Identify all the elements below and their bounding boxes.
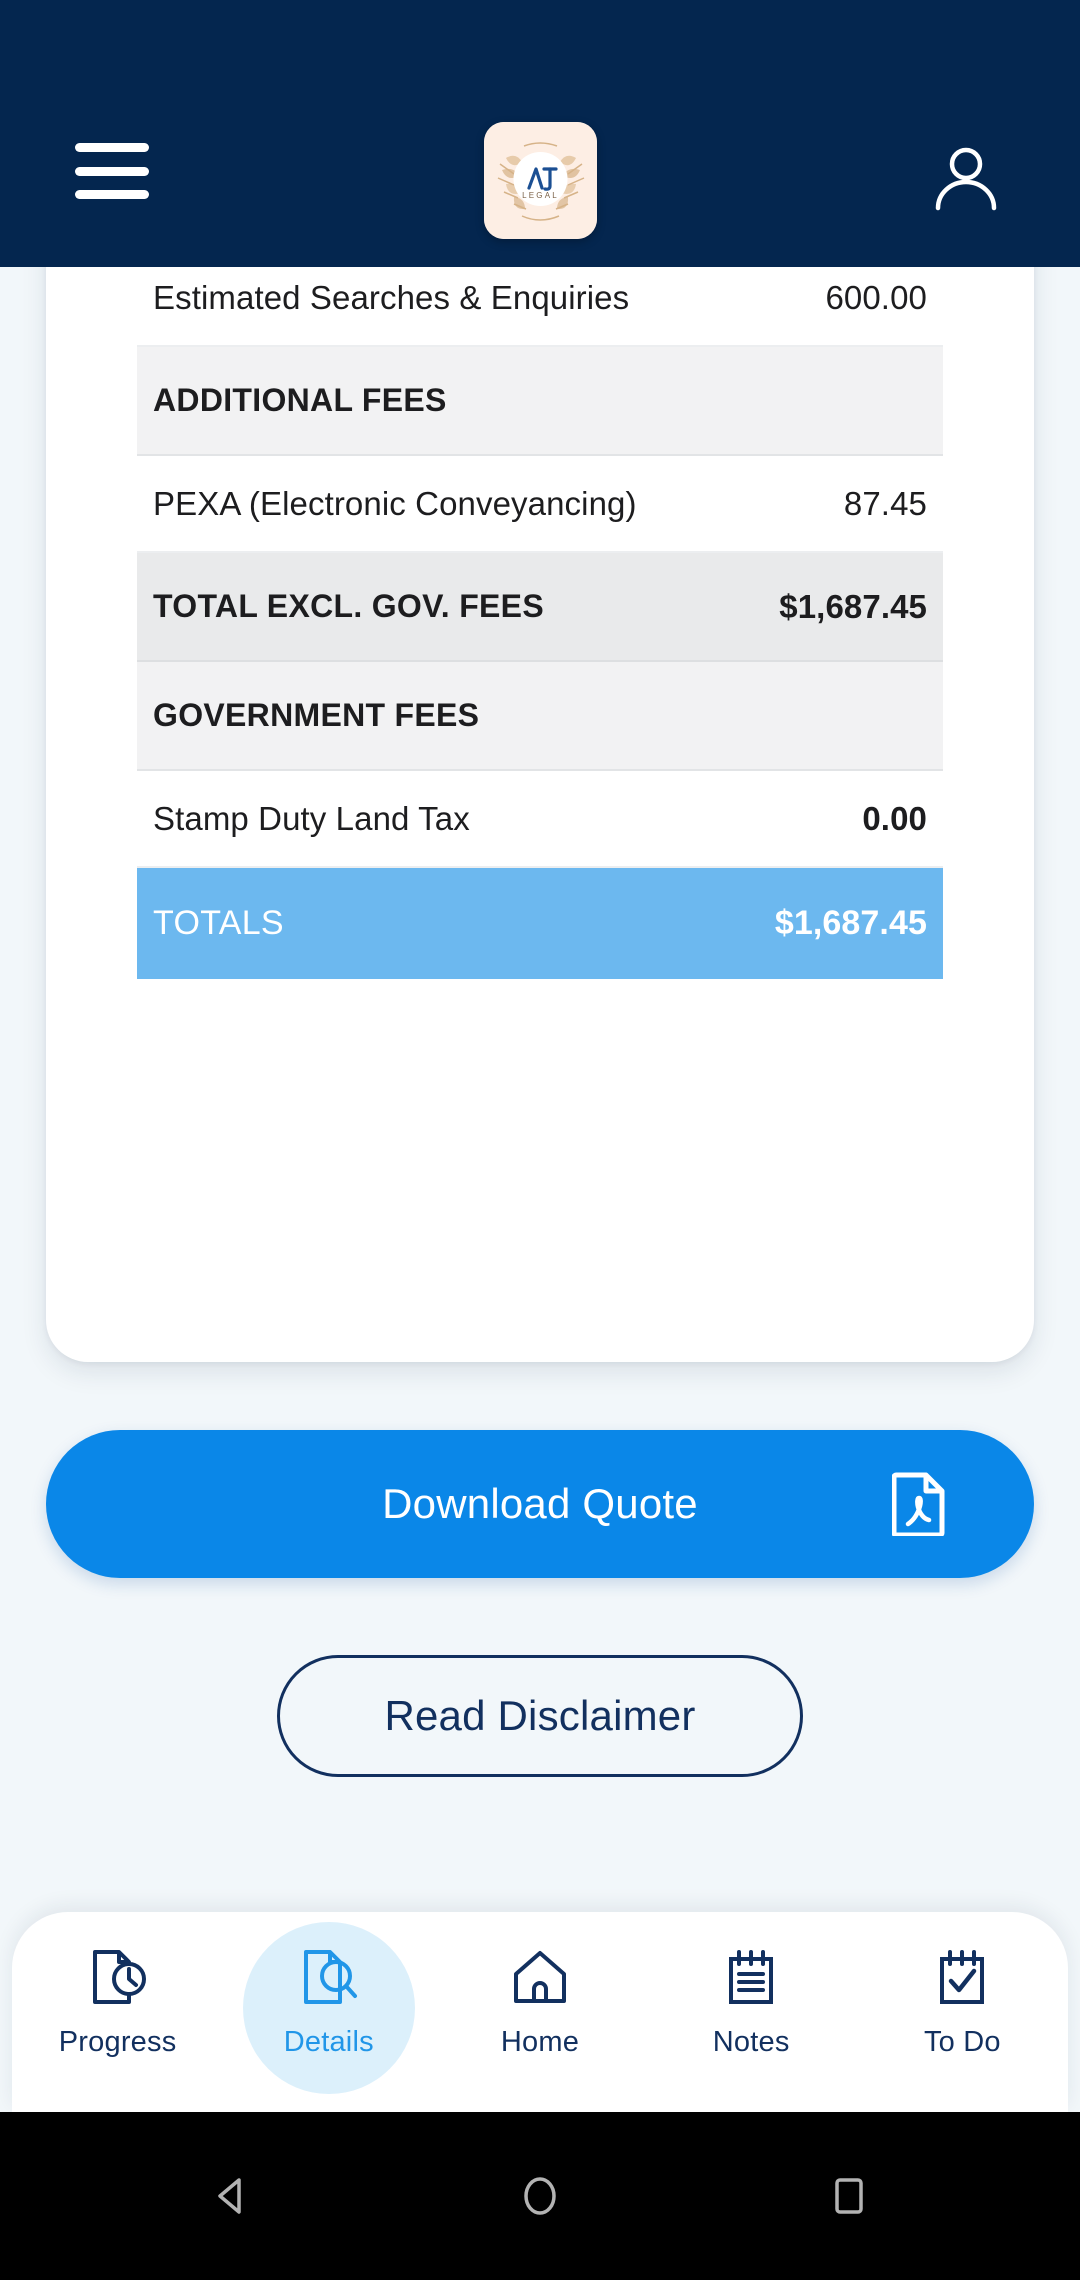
back-triangle-icon[interactable] [194,2159,268,2233]
subtotal-label: TOTAL EXCL. GOV. FEES [153,588,544,624]
table-row: Stamp Duty Land Tax 0.00 [137,771,943,868]
tab-label: To Do [923,2026,1001,2058]
tab-label: Progress [58,2026,177,2058]
tab-progress[interactable]: Progress [32,1936,204,2084]
page-body: Estimated Searches & Enquiries 600.00 AD… [0,0,1080,2112]
notepad-check-icon [931,1946,993,2008]
fee-label: Estimated Searches & Enquiries [153,279,630,316]
pdf-file-icon [891,1472,946,1538]
tab-notes[interactable]: Notes [665,1936,837,2084]
table-section-header: ADDITIONAL FEES [137,347,943,456]
app-logo: LEGAL [484,122,597,239]
app-header: LEGAL [0,0,1080,267]
document-search-icon [298,1946,360,2008]
hamburger-bar [75,190,149,199]
read-disclaimer-label: Read Disclaimer [384,1692,696,1739]
user-account-icon[interactable] [930,140,1002,212]
section-label: ADDITIONAL FEES [153,382,447,418]
read-disclaimer-button[interactable]: Read Disclaimer [277,1655,803,1777]
download-quote-button[interactable]: Download Quote [46,1430,1034,1578]
fee-value: 0.00 [862,800,927,837]
table-totals-row: TOTALS $1,687.45 [137,868,943,979]
fee-label: Stamp Duty Land Tax [153,800,470,837]
tab-label: Details [283,2026,374,2058]
subtotal-value: $1,687.45 [779,588,927,625]
document-clock-icon [87,1946,149,2008]
totals-label: TOTALS [153,904,284,942]
tab-home[interactable]: Home [454,1936,626,2084]
download-quote-label: Download Quote [382,1480,698,1527]
table-subtotal-row: TOTAL EXCL. GOV. FEES $1,687.45 [137,553,943,662]
android-navigation-bar [0,2112,1080,2280]
fee-label: PEXA (Electronic Conveyancing) [153,485,637,522]
tab-label: Notes [712,2026,790,2058]
table-section-header: GOVERNMENT FEES [137,662,943,771]
home-circle-icon[interactable] [503,2159,577,2233]
bottom-tab-bar: Progress Details Home Notes To Do [12,1912,1068,2112]
totals-value: $1,687.45 [774,904,927,942]
tab-details[interactable]: Details [242,1922,415,2094]
notepad-lines-icon [720,1946,782,2008]
phone-screen: Estimated Searches & Enquiries 600.00 AD… [0,0,1080,2280]
tab-todo[interactable]: To Do [876,1936,1048,2084]
section-label: GOVERNMENT FEES [153,697,480,733]
house-icon [509,1946,571,2008]
tab-label: Home [500,2026,580,2058]
svg-text:LEGAL: LEGAL [522,191,559,200]
quote-summary-card: Estimated Searches & Enquiries 600.00 AD… [46,150,1034,1362]
fee-table: Estimated Searches & Enquiries 600.00 AD… [137,210,943,979]
fee-value: 87.45 [843,485,927,522]
recents-square-icon[interactable] [812,2159,886,2233]
hamburger-bar [75,166,149,176]
hamburger-bar [75,143,149,152]
table-row: PEXA (Electronic Conveyancing) 87.45 [137,456,943,553]
hamburger-menu-icon[interactable] [75,143,149,199]
fee-value: 600.00 [825,279,927,316]
